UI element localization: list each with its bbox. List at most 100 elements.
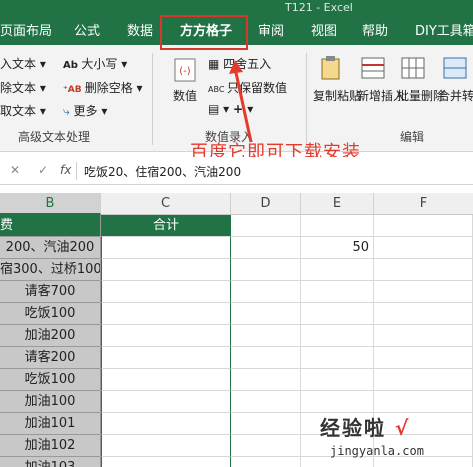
insert-text-button[interactable]: 入文本 ▾ (0, 55, 46, 72)
round-icon: ▦ (208, 57, 224, 71)
cell-d-row-7[interactable] (231, 347, 301, 369)
cell-e-row-4[interactable] (301, 281, 374, 303)
tab-review[interactable]: 审阅 (258, 20, 284, 39)
copy-paste-button[interactable]: 复制粘贴 (313, 87, 361, 104)
column-header-b[interactable]: B (0, 193, 101, 215)
ribbon-separator (306, 53, 307, 145)
cell-d-row-4[interactable] (231, 281, 301, 303)
cell-b-row-12[interactable]: 加油103 (0, 457, 101, 467)
remove-spaces-label: 删除空格 ▾ (84, 81, 143, 95)
cell-d-row-12[interactable] (231, 457, 301, 467)
cell-c-row-4[interactable] (101, 281, 231, 303)
number-value-button[interactable]: 数值 (173, 87, 197, 104)
cell-c-row-2[interactable] (101, 237, 231, 259)
cell-c-row-9[interactable] (101, 391, 231, 413)
case-icon: Ab (63, 60, 82, 71)
cell-e-row-6[interactable] (301, 325, 374, 347)
cell-b-row-9[interactable]: 加油100 (0, 391, 101, 413)
cell-e-row-7[interactable] (301, 347, 374, 369)
cell-d-row-10[interactable] (231, 413, 301, 435)
cell-b-row-2[interactable]: 200、汽油200 (0, 237, 101, 259)
cell-f-row-9[interactable] (374, 391, 473, 413)
cell-e-row-3[interactable] (301, 259, 374, 281)
cell-d-row-3[interactable] (231, 259, 301, 281)
cell-b-row-10[interactable]: 加油101 (0, 413, 101, 435)
cell-d-row-5[interactable] (231, 303, 301, 325)
cell-e-row-1[interactable] (301, 215, 374, 237)
cell-f-row-4[interactable] (374, 281, 473, 303)
cell-d-row-11[interactable] (231, 435, 301, 457)
tab-data[interactable]: 数据 (127, 20, 153, 39)
group-label-advanced-text: 高级文本处理 (18, 130, 91, 144)
cell-d-row-2[interactable] (231, 237, 301, 259)
cell-f-row-12[interactable] (374, 457, 473, 467)
merge-convert-button[interactable]: 合并转换 (438, 87, 473, 104)
cell-b-row-8[interactable]: 吃饭100 (0, 369, 101, 391)
cell-c-row-12[interactable] (101, 457, 231, 467)
cell-b-row-1[interactable]: 费 (0, 215, 101, 237)
cell-e-row-5[interactable] (301, 303, 374, 325)
cell-c-row-5[interactable] (101, 303, 231, 325)
cell-b-row-4[interactable]: 请客700 (0, 281, 101, 303)
merge-convert-icon (443, 57, 467, 79)
cell-f-row-6[interactable] (374, 325, 473, 347)
cell-e-row-9[interactable] (301, 391, 374, 413)
tab-diy-toolbox[interactable]: DIY工具箱 (415, 20, 473, 39)
column-header-e[interactable]: E (301, 193, 374, 215)
cell-c-row-1[interactable]: 合计 (101, 215, 231, 237)
cancel-icon[interactable]: ✕ (10, 163, 20, 177)
cell-d-row-8[interactable] (231, 369, 301, 391)
cell-d-row-1[interactable] (231, 215, 301, 237)
cell-c-row-11[interactable] (101, 435, 231, 457)
formula-separator (76, 162, 77, 180)
tab-page-layout[interactable]: 页面布局 (0, 20, 52, 39)
copy-paste-icon (321, 56, 340, 80)
watermark-text: 经验啦 (320, 416, 386, 440)
cell-c-row-6[interactable] (101, 325, 231, 347)
cell-e-row-8[interactable] (301, 369, 374, 391)
column-header-d[interactable]: D (231, 193, 301, 215)
cell-b-row-5[interactable]: 吃饭100 (0, 303, 101, 325)
cell-c-row-7[interactable] (101, 347, 231, 369)
cell-c-row-3[interactable] (101, 259, 231, 281)
extract-text-button[interactable]: 取文本 ▾ (0, 102, 46, 119)
cell-d-row-6[interactable] (231, 325, 301, 347)
cell-b-row-11[interactable]: 加油102 (0, 435, 101, 457)
cell-e-row-12[interactable] (301, 457, 374, 467)
formula-bar: ✕ ✓ fx 吃饭20、住宿200、汽油200 (0, 157, 473, 185)
cell-b-row-7[interactable]: 请客200 (0, 347, 101, 369)
ribbon-separator (152, 53, 153, 145)
column-headers: B C D E F (0, 193, 473, 215)
tab-highlight-box (160, 15, 248, 50)
batch-delete-icon (401, 57, 425, 79)
delete-text-button[interactable]: 除文本 ▾ (0, 79, 46, 96)
tab-formulas[interactable]: 公式 (74, 20, 100, 39)
insert-function-button[interactable]: fx (60, 163, 71, 177)
cell-c-row-10[interactable] (101, 413, 231, 435)
case-button[interactable]: Ab 大小写 ▾ (63, 55, 127, 72)
remove-spaces-button[interactable]: ⁺AB 删除空格 ▾ (63, 79, 143, 96)
more-label: 更多 ▾ (73, 104, 108, 118)
cell-f-row-3[interactable] (374, 259, 473, 281)
cell-f-row-1[interactable] (374, 215, 473, 237)
cell-c-row-8[interactable] (101, 369, 231, 391)
cell-f-row-2[interactable] (374, 237, 473, 259)
cell-d-row-9[interactable] (231, 391, 301, 413)
cell-b-row-3[interactable]: 宿300、过桥100 (0, 259, 101, 281)
formula-input[interactable]: 吃饭20、住宿200、汽油200 (84, 163, 241, 180)
cell-b-row-6[interactable]: 加油200 (0, 325, 101, 347)
tab-view[interactable]: 视图 (311, 20, 337, 39)
svg-text:(-): (-) (179, 66, 191, 77)
cell-e-row-2[interactable]: 50 (301, 237, 374, 259)
remove-spaces-icon: ⁺AB (63, 85, 85, 95)
check-icon: √ (394, 416, 411, 440)
cell-f-row-7[interactable] (374, 347, 473, 369)
tab-help[interactable]: 帮助 (362, 20, 388, 39)
column-header-c[interactable]: C (101, 193, 231, 215)
column-header-f[interactable]: F (374, 193, 473, 215)
confirm-icon[interactable]: ✓ (38, 163, 48, 177)
cell-f-row-5[interactable] (374, 303, 473, 325)
more-button[interactable]: ⤷ 更多 ▾ (63, 102, 107, 119)
cell-f-row-8[interactable] (374, 369, 473, 391)
case-label: 大小写 ▾ (81, 57, 128, 71)
